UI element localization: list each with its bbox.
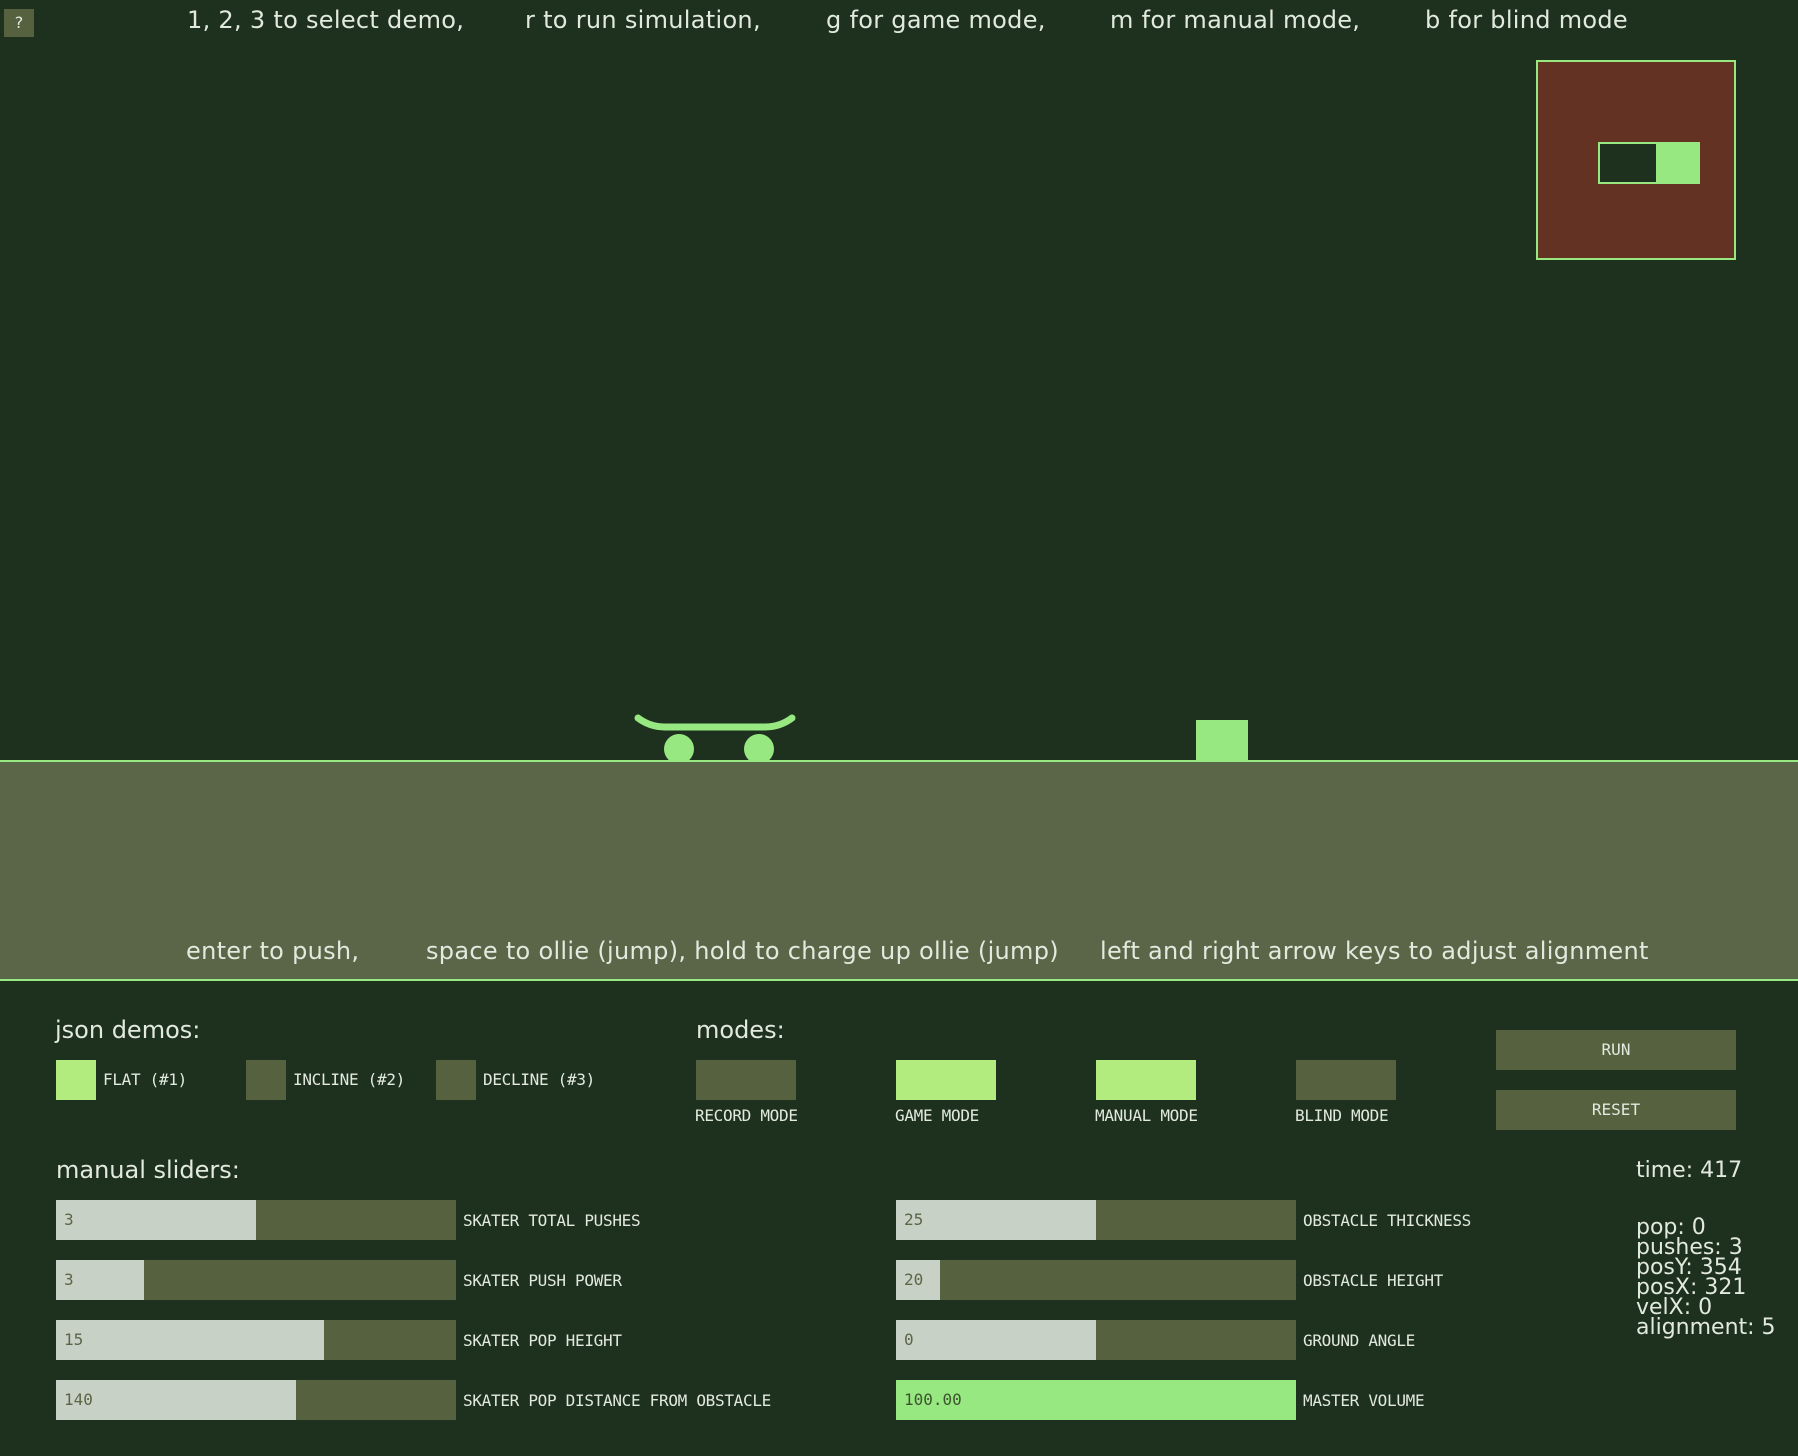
slider-value: 3 xyxy=(64,1210,74,1229)
blind-mode-toggle[interactable] xyxy=(1296,1060,1396,1100)
demos-heading: json demos: xyxy=(55,1016,201,1044)
hint-ollie: space to ollie (jump), hold to charge up… xyxy=(426,937,1059,965)
obstacle-thickness-label: OBSTACLE THICKNESS xyxy=(1303,1211,1471,1230)
hint-manual-mode: m for manual mode, xyxy=(1110,6,1361,34)
minimap-player-marker xyxy=(1656,144,1698,182)
slider-fill xyxy=(56,1320,324,1360)
demo-incline-toggle[interactable] xyxy=(246,1060,286,1100)
obstacle-height-label: OBSTACLE HEIGHT xyxy=(1303,1271,1443,1290)
skater-pop-height-slider[interactable]: 15 xyxy=(56,1320,456,1360)
hint-run-simulation: r to run simulation, xyxy=(525,6,761,34)
slider-fill xyxy=(896,1200,1096,1240)
slider-value: 25 xyxy=(904,1210,924,1229)
manual-mode-label: MANUAL MODE xyxy=(1095,1106,1198,1125)
demo-flat-label: FLAT (#1) xyxy=(103,1070,187,1089)
demo-flat-toggle[interactable] xyxy=(56,1060,96,1100)
slider-value: 20 xyxy=(904,1270,924,1289)
record-mode-toggle[interactable] xyxy=(696,1060,796,1100)
ground-angle-slider[interactable]: 0 xyxy=(896,1320,1296,1360)
run-button[interactable]: RUN xyxy=(1496,1030,1736,1070)
slider-fill xyxy=(56,1200,256,1240)
sliders-heading: manual sliders: xyxy=(56,1156,240,1184)
demo-incline-label: INCLINE (#2) xyxy=(293,1070,405,1089)
minimap-viewport xyxy=(1598,142,1700,184)
slider-value: 3 xyxy=(64,1270,74,1289)
skater-push-power-slider[interactable]: 3 xyxy=(56,1260,456,1300)
master-volume-slider[interactable]: 100.00 xyxy=(896,1380,1296,1420)
demo-decline-toggle[interactable] xyxy=(436,1060,476,1100)
manual-mode-toggle[interactable] xyxy=(1096,1060,1196,1100)
skater-total-pushes-slider[interactable]: 3 xyxy=(56,1200,456,1240)
hint-alignment: left and right arrow keys to adjust alig… xyxy=(1100,937,1649,965)
skateboard-deck xyxy=(634,714,796,731)
hint-blind-mode: b for blind mode xyxy=(1425,6,1628,34)
skater-total-pushes-label: SKATER TOTAL PUSHES xyxy=(463,1211,641,1230)
help-button[interactable]: ? xyxy=(4,9,34,37)
stat-alignment: alignment: 5 xyxy=(1636,1315,1776,1340)
slider-value: 15 xyxy=(64,1330,84,1349)
slider-value: 140 xyxy=(64,1390,93,1409)
skater-push-power-label: SKATER PUSH POWER xyxy=(463,1271,622,1290)
ground-angle-label: GROUND ANGLE xyxy=(1303,1331,1415,1350)
obstacle xyxy=(1196,720,1248,761)
skater-pop-height-label: SKATER POP HEIGHT xyxy=(463,1331,622,1350)
game-mode-toggle[interactable] xyxy=(896,1060,996,1100)
time-readout: time: 417 xyxy=(1636,1158,1743,1183)
obstacle-height-slider[interactable]: 20 xyxy=(896,1260,1296,1300)
hint-push: enter to push, xyxy=(186,937,360,965)
stats-panel: pop: 0 pushes: 3 posY: 354 posX: 321 vel… xyxy=(1636,1217,1776,1340)
master-volume-label: MASTER VOLUME xyxy=(1303,1391,1425,1410)
slider-value: 100.00 xyxy=(904,1390,962,1409)
hint-select-demo: 1, 2, 3 to select demo, xyxy=(187,6,465,34)
obstacle-thickness-slider[interactable]: 25 xyxy=(896,1200,1296,1240)
game-mode-label: GAME MODE xyxy=(895,1106,979,1125)
reset-button[interactable]: RESET xyxy=(1496,1090,1736,1130)
record-mode-label: RECORD MODE xyxy=(695,1106,798,1125)
minimap xyxy=(1536,60,1736,260)
skater-pop-distance-label: SKATER POP DISTANCE FROM OBSTACLE xyxy=(463,1391,771,1410)
demo-decline-label: DECLINE (#3) xyxy=(483,1070,595,1089)
hint-game-mode: g for game mode, xyxy=(826,6,1046,34)
modes-heading: modes: xyxy=(696,1016,785,1044)
skater-pop-distance-slider[interactable]: 140 xyxy=(56,1380,456,1420)
slider-value: 0 xyxy=(904,1330,914,1349)
slider-fill xyxy=(896,1320,1096,1360)
blind-mode-label: BLIND MODE xyxy=(1295,1106,1389,1125)
